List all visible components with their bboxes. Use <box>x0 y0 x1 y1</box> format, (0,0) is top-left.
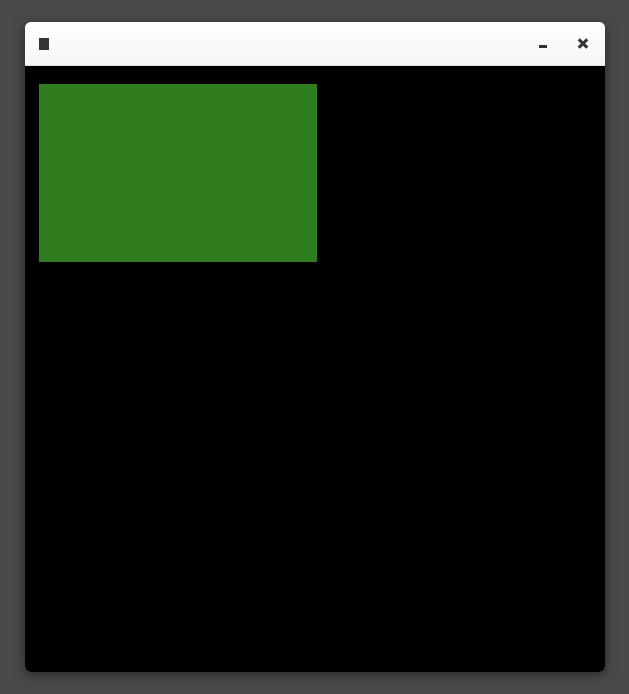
minimize-icon <box>539 45 547 48</box>
rectangle-shape <box>39 84 317 262</box>
canvas-area[interactable] <box>25 66 605 672</box>
title-bar[interactable] <box>25 22 605 66</box>
close-icon <box>577 38 589 50</box>
minimize-button[interactable] <box>535 36 551 52</box>
window-controls <box>535 36 591 52</box>
application-window <box>25 22 605 672</box>
title-bar-left <box>39 38 57 50</box>
app-icon <box>39 38 49 50</box>
close-button[interactable] <box>575 36 591 52</box>
